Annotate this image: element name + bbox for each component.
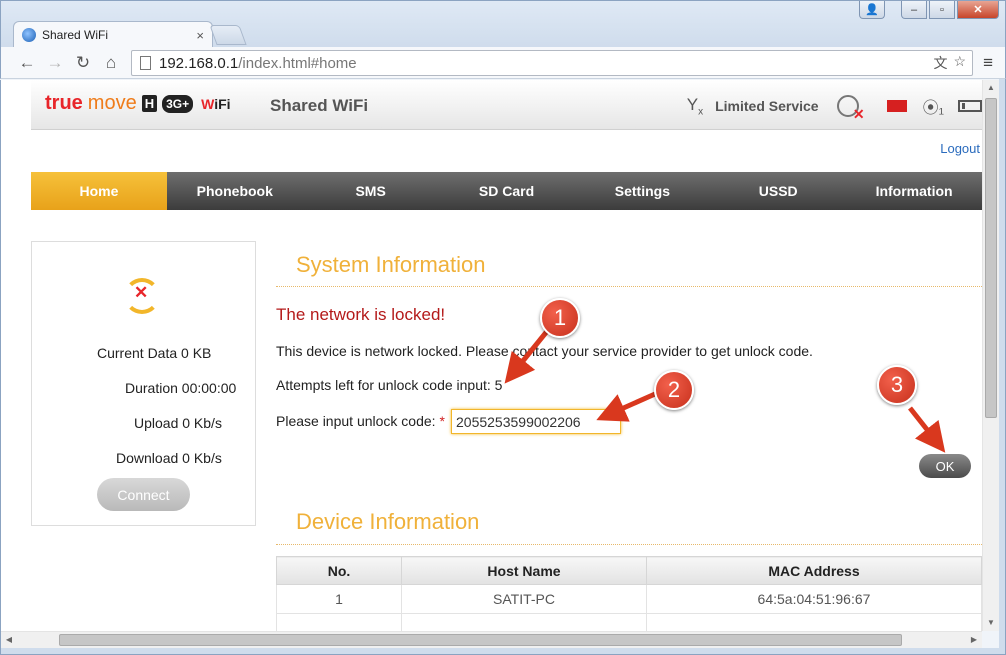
- logo-true: true: [45, 92, 83, 114]
- user-profile-icon[interactable]: 👤: [859, 1, 885, 19]
- browser-tab[interactable]: Shared WiFi ×: [13, 21, 213, 48]
- logo-wifi-rest: iFi: [214, 95, 231, 112]
- address-bar[interactable]: 192.168.0.1 /index.html#home 文 ☆: [131, 50, 973, 76]
- battery-icon: [958, 100, 982, 112]
- duration: Duration 00:00:00: [125, 380, 237, 396]
- nav-sms[interactable]: SMS: [303, 172, 439, 210]
- lock-message: This device is network locked. Please co…: [276, 343, 813, 359]
- table-cell: [401, 613, 647, 631]
- scroll-right-icon[interactable]: ▶: [966, 632, 982, 648]
- attempts-left: Attempts left for unlock code input: 5: [276, 377, 503, 393]
- logout-link[interactable]: Logout: [940, 141, 980, 156]
- truemove-logo: true move H 3G+ WiFi: [45, 92, 231, 115]
- browser-titlebar: Shared WiFi × 👤 – ▫ ✕: [0, 0, 1006, 48]
- main-nav: Home Phonebook SMS SD Card Settings USSD…: [31, 172, 982, 210]
- maximize-button[interactable]: ▫: [929, 1, 955, 19]
- system-info-title: System Information: [296, 252, 486, 277]
- favicon-icon: [22, 28, 36, 42]
- browser-toolbar: ← → ↻ ⌂ 192.168.0.1 /index.html#home 文 ☆…: [0, 47, 1006, 79]
- logo-h-badge: H: [141, 95, 158, 112]
- unlock-code-input[interactable]: [451, 409, 621, 434]
- scroll-down-icon[interactable]: ▼: [983, 615, 999, 631]
- logo-wifi: WiFi: [201, 96, 230, 112]
- minimize-button[interactable]: –: [901, 1, 927, 19]
- current-data: Current Data 0 KB: [97, 345, 212, 361]
- scroll-up-icon[interactable]: ▲: [983, 80, 999, 96]
- forward-icon[interactable]: →: [41, 53, 69, 73]
- page-viewport: true move H 3G+ WiFi Shared WiFi Yx Limit…: [1, 80, 982, 631]
- nav-phonebook[interactable]: Phonebook: [167, 172, 303, 210]
- status-area: Yx Limited Service ⦿₁: [686, 94, 982, 123]
- window-frame: [0, 80, 1, 648]
- unlock-code-label: Please input unlock code: *: [276, 413, 445, 429]
- table-row: 1 SATIT-PC 64:5a:04:51:96:67: [276, 584, 982, 614]
- download-rate: Download 0 Kb/s: [116, 450, 222, 466]
- annotation-marker-2: 2: [654, 370, 694, 410]
- vertical-scrollbar[interactable]: ▲ ▼: [982, 80, 999, 631]
- close-window-button[interactable]: ✕: [957, 1, 999, 19]
- ok-button[interactable]: OK: [919, 454, 971, 478]
- reload-icon[interactable]: ↻: [69, 53, 97, 73]
- annotation-marker-3: 3: [877, 365, 917, 405]
- logo-wifi-w: W: [201, 95, 215, 112]
- divider: [276, 544, 982, 545]
- table-cell: 1: [276, 584, 402, 614]
- table-cell: [276, 613, 402, 631]
- window-controls: 👤 – ▫ ✕: [859, 1, 999, 19]
- sms-icon[interactable]: [886, 100, 907, 112]
- translate-icon[interactable]: 文: [933, 53, 947, 73]
- site-header: true move H 3G+ WiFi Shared WiFi Yx Limit…: [31, 80, 982, 130]
- tab-title: Shared WiFi: [42, 28, 109, 42]
- connection-sync-icon: ✕: [124, 278, 160, 314]
- table-row: [276, 613, 982, 631]
- url-path: /index.html#home: [238, 54, 357, 72]
- window-frame: [999, 79, 1006, 649]
- scroll-left-icon[interactable]: ◀: [1, 632, 17, 648]
- annotation-marker-1: 1: [540, 298, 580, 338]
- new-tab-button[interactable]: [209, 25, 247, 45]
- wifi-clients-icon: ⦿₁: [922, 100, 944, 117]
- table-cell: SATIT-PC: [401, 584, 647, 614]
- nav-settings[interactable]: Settings: [574, 172, 710, 210]
- column-header: No.: [276, 556, 402, 585]
- table-cell: 64:5a:04:51:96:67: [646, 584, 982, 614]
- nav-ussd[interactable]: USSD: [710, 172, 846, 210]
- tab-close-icon[interactable]: ×: [196, 28, 204, 43]
- horizontal-scroll-thumb[interactable]: [59, 634, 902, 646]
- network-locked-title: The network is locked!: [276, 305, 446, 324]
- window-frame: [0, 648, 1006, 655]
- no-signal-icon: Yx: [686, 94, 704, 118]
- page-icon: [140, 56, 151, 70]
- url-host: 192.168.0.1: [159, 54, 239, 72]
- connect-button[interactable]: Connect: [97, 478, 190, 511]
- column-header: Host Name: [401, 556, 647, 585]
- column-header: MAC Address: [646, 556, 982, 585]
- divider: [276, 286, 982, 287]
- connection-panel: ✕ Current Data 0 KB Duration 00:00:00 Up…: [31, 241, 256, 526]
- required-mark: *: [439, 413, 445, 429]
- browser-menu-icon[interactable]: ≡: [983, 53, 993, 73]
- upload-rate: Upload 0 Kb/s: [134, 415, 222, 431]
- bookmark-star-icon[interactable]: ☆: [953, 53, 966, 73]
- logo-3g-badge: 3G+: [162, 94, 194, 113]
- globe-disconnected-icon: [836, 95, 865, 123]
- device-table: No. Host Name MAC Address 1 SATIT-PC 64:…: [276, 556, 982, 631]
- nav-information[interactable]: Information: [846, 172, 982, 210]
- device-info-title: Device Information: [296, 509, 480, 534]
- logo-move: move: [87, 92, 137, 114]
- back-icon[interactable]: ←: [13, 53, 41, 73]
- service-status: Limited Service: [715, 98, 819, 114]
- nav-home[interactable]: Home: [31, 172, 167, 210]
- horizontal-scrollbar[interactable]: ◀ ▶: [1, 631, 982, 648]
- vertical-scroll-thumb[interactable]: [985, 98, 997, 418]
- home-icon[interactable]: ⌂: [97, 53, 125, 73]
- table-cell: [646, 613, 982, 631]
- nav-sd-card[interactable]: SD Card: [439, 172, 575, 210]
- site-title: Shared WiFi: [270, 96, 369, 115]
